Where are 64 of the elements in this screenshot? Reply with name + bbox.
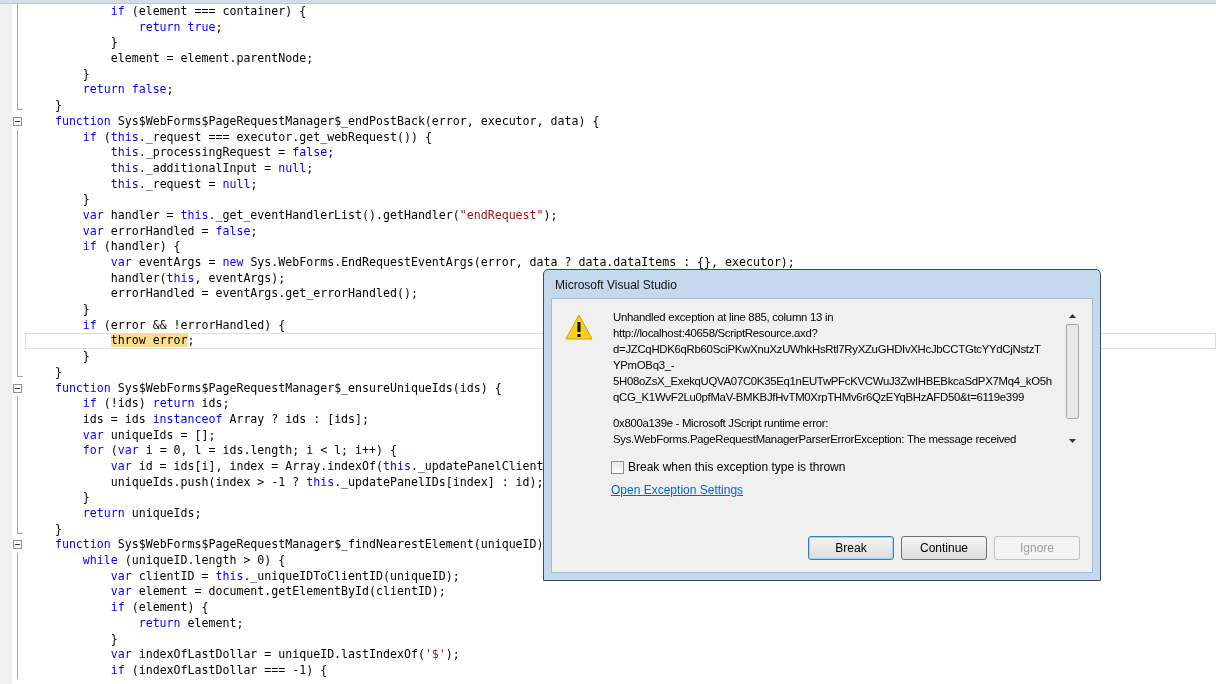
code-line: if (indexOfLastDollar === -1) {: [109, 662, 328, 679]
message-line: qCG_K1WvF2Lu0pfMaV-BMKBJfHvTM0XrpTHMv6r6QzEYqBHzAFD50&t=6119e399: [613, 390, 1025, 405]
code-line: errorHandled = eventArgs.get_errorHandled();: [109, 286, 418, 303]
code-line: if (handler) {: [81, 239, 181, 255]
code-line: }: [109, 35, 118, 52]
exception-settings-link[interactable]: Open Exception Settings: [611, 483, 744, 497]
scroll-thumb[interactable]: [1066, 324, 1079, 419]
code-line: }: [53, 521, 62, 538]
message-line: Sys.WebForms.PageRequestManagerParserErrorException: The message received: [613, 432, 1018, 447]
collapse-icon[interactable]: [13, 383, 22, 393]
code-line: return false;: [81, 82, 174, 99]
code-line: }: [81, 66, 90, 83]
code-line: ids = ids instanceof Array ? ids : [ids];: [81, 411, 370, 428]
code-line: }: [81, 302, 90, 318]
code-line: if (element) {: [109, 600, 209, 616]
code-line: var element = document.getElementById(clientID);: [109, 584, 446, 601]
code-line: if (element === container) {: [109, 4, 307, 20]
code-line: }: [81, 490, 90, 506]
code-line: var clientID = this._uniqueIDToClientID(uniqueID);: [109, 568, 460, 585]
collapse-icon[interactable]: [13, 116, 22, 126]
code-line: return true;: [137, 19, 223, 36]
code-line: }: [81, 192, 90, 208]
code-line: var eventArgs = new Sys.WebForms.EndRequestEventArgs(error, data ? data.dataItems : {}, executor);: [109, 255, 795, 271]
code-line: handler(this, eventArgs);: [109, 270, 286, 287]
warning-icon: [565, 313, 593, 341]
code-line: }: [81, 349, 90, 365]
code-line: if (!ids) return ids;: [81, 396, 230, 412]
code-line: if (error && !errorHandled) {: [81, 317, 286, 334]
code-line: throw error;: [109, 334, 195, 349]
code-line: var handler = this._get_eventHandlerList().getHandler("endRequest");: [81, 207, 558, 224]
message-line: 0x800a139e - Microsoft JScript runtime error:: [613, 416, 830, 431]
code-line: this._processingRequest = false;: [109, 145, 335, 161]
dialog-button[interactable]: Continue: [901, 536, 987, 560]
message-line: http://localhost:40658/ScriptResource.axd?: [613, 326, 819, 341]
code-line: element = element.parentNode;: [109, 51, 314, 67]
code-line: var errorHandled = false;: [81, 223, 258, 240]
code-line: if (this._request === executor.get_webRequest()) {: [81, 129, 432, 146]
code-line: var indexOfLastDollar = uniqueID.lastIndexOf('$');: [109, 647, 460, 663]
code-line: for (var i = 0, l = ids.length; i < l; i++) {: [81, 443, 397, 459]
dialog-title: Microsoft Visual Studio: [554, 277, 678, 294]
code-line: function Sys$WebForms$PageRequestManager$_findNearestElement(uniqueID): [53, 537, 544, 554]
code-line: function Sys$WebForms$PageRequestManager$_ensureUniqueIds(ids) {: [53, 380, 502, 397]
code-line: }: [53, 364, 62, 381]
code-line: function Sys$WebForms$PageRequestManager$_endPostBack(error, executor, data) {: [53, 113, 600, 130]
code-line: this._request = null;: [109, 176, 258, 193]
code-line: uniqueIds.push(index > -1 ? this._updatePanelIDs[index] : id);: [109, 474, 544, 491]
code-line: }: [53, 98, 62, 114]
message-line: Unhandled exception at line 885, column 13 in: [613, 310, 835, 325]
code-line: return element;: [137, 615, 244, 632]
scroll-down-icon[interactable]: [1069, 439, 1076, 443]
code-line: var id = ids[i], index = Array.indexOf(this._updatePanelClient: [109, 458, 544, 475]
code-line: var uniqueIds = [];: [81, 427, 216, 444]
checkbox-label[interactable]: Break when this exception type is thrown: [628, 460, 846, 474]
message-line: d=JZCqHDK6qRb60SciPKwXnuXzUWhkHsRtl7RyXZuGHDIvXHcJbCCTGtcYYdCjNstzT: [613, 342, 1042, 357]
code-line: return uniqueIds;: [81, 506, 202, 522]
code-line: this._additionalInput = null;: [109, 160, 314, 177]
code-line: while (uniqueID.length > 0) {: [81, 553, 286, 569]
dialog-button[interactable]: Break: [808, 536, 894, 560]
checkbox[interactable]: [611, 460, 624, 474]
message-line: YPmOBq3_-: [613, 358, 676, 373]
code-line: }: [109, 631, 118, 648]
collapse-icon[interactable]: [13, 540, 22, 550]
scroll-up-icon[interactable]: [1069, 314, 1076, 318]
message-line: 5H08oZsX_ExekqUQVA07C0K35Eq1nEUTwPFcKVCWuJ3ZwIHBEBkcaSdPX7Mq4_kO5h: [613, 374, 1053, 389]
